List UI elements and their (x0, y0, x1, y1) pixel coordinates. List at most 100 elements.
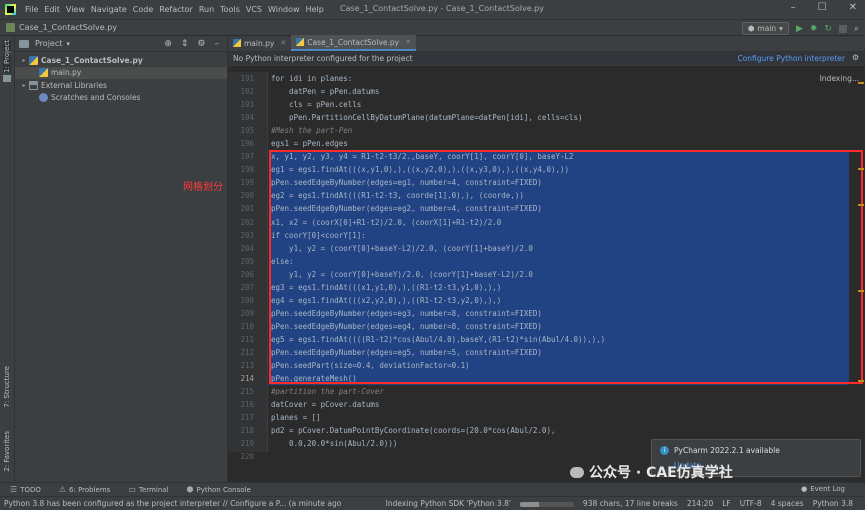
tree-item[interactable]: main.py (15, 66, 227, 79)
run-icon[interactable]: ▶ (796, 24, 803, 34)
code-line[interactable]: egs1 = pPen.edges (269, 137, 849, 150)
editor-tab[interactable]: Case_1_ContactSolve.py ✕ (291, 35, 416, 51)
menu-view[interactable]: View (63, 5, 88, 14)
code-line[interactable]: datCover = pCover.datums (269, 398, 849, 411)
code-line[interactable]: #Mesh the part-Pen (269, 124, 849, 137)
search-icon[interactable]: ⌕ (854, 24, 859, 34)
run-config-select[interactable]: ⬢ main ▾ (741, 22, 789, 35)
menu-navigate[interactable]: Navigate (88, 5, 130, 14)
chevron-right-icon[interactable]: ▸ (19, 82, 29, 89)
scratch-icon (39, 93, 48, 103)
editor-tab[interactable]: main.py ✕ (228, 35, 291, 51)
indent-setting[interactable]: 4 spaces (771, 499, 804, 508)
event-log-label: Event Log (810, 485, 845, 493)
tool-window-button[interactable]: ⬢ Python Console (187, 485, 251, 494)
code-line[interactable]: pd2 = pCover.DatumPointByCoordinate(coor… (269, 424, 849, 437)
project-panel: Project ▾ ⊕ ⇕ ⚙ – ▸ Case_1_ContactSolve.p… (15, 36, 228, 482)
status-message[interactable]: Python 3.8 has been configured as the pr… (4, 499, 341, 508)
menu-refactor[interactable]: Refactor (156, 5, 196, 14)
project-panel-title[interactable]: Project (35, 39, 62, 48)
menu-bar: File Edit View Navigate Code Refactor Run Tools… (22, 5, 327, 14)
menu-file[interactable]: File (22, 5, 41, 14)
menu-tools[interactable]: Tools (217, 5, 243, 14)
mesh-annotation: 网格划分 (183, 182, 223, 193)
collapse-all-icon[interactable]: ⇕ (181, 39, 189, 49)
code-line[interactable]: pPen.PartitionCellByDatumPlane(datumPlan… (269, 111, 849, 124)
warning-mark[interactable] (858, 168, 864, 170)
watermark-text: 公众号 · CAE仿真学社 (589, 465, 733, 481)
line-number: 204 (240, 243, 254, 253)
chevron-right-icon[interactable]: ▸ (19, 57, 29, 64)
caret-position[interactable]: 214:20 (687, 499, 713, 508)
warning-mark[interactable] (858, 82, 864, 84)
tool-window-buttons: ☰ TODO ⚠ 6: Problems ▭ Terminal ⬢ Python Consol… (0, 485, 259, 494)
code-line[interactable]: cls = pPen.cells (269, 98, 849, 111)
tool-window-button[interactable]: ⚠ 6: Problems (59, 485, 110, 494)
close-icon[interactable]: ✕ (405, 38, 411, 46)
tree-item-label: External Libraries (41, 80, 107, 90)
left-tool-stripe: 1: Project 7: Structure 2: Favorites (0, 36, 15, 482)
tool-window-icon: ☰ (10, 485, 18, 494)
tool-window-label: TODO (20, 485, 41, 494)
python-file-icon (233, 39, 241, 47)
line-number: 219 (240, 439, 254, 449)
window-controls: – ☐ ✕ (791, 2, 857, 13)
close-icon[interactable]: ✕ (280, 39, 286, 47)
menu-vcs[interactable]: VCS (243, 5, 265, 14)
tab-label: Case_1_ContactSolve.py (307, 37, 400, 47)
locate-icon[interactable]: ⊕ (164, 39, 172, 49)
tool-window-button[interactable]: ☰ TODO (10, 485, 41, 494)
hide-icon[interactable]: – (215, 39, 220, 49)
line-number: 218 (240, 426, 254, 436)
code-line[interactable]: #partition the part-Cover (269, 385, 849, 398)
project-panel-tools: ⊕ ⇕ ⚙ – (164, 39, 219, 49)
favorites-tool-button[interactable]: 2: Favorites (3, 431, 11, 472)
tab-label: main.py (244, 38, 275, 48)
line-number: 199 (240, 178, 254, 188)
tree-item[interactable]: ▸ External Libraries (15, 79, 227, 92)
warning-mark[interactable] (858, 290, 864, 292)
structure-tool-button[interactable]: 7: Structure (3, 366, 11, 408)
code-line[interactable]: for idi in planes: (269, 72, 849, 85)
project-tree: ▸ Case_1_ContactSolve.py main.py ▸ External … (15, 52, 227, 104)
tree-item[interactable]: ▸ Case_1_ContactSolve.py (15, 54, 227, 67)
minimize-icon[interactable]: – (791, 2, 796, 13)
warning-mark[interactable] (858, 204, 864, 206)
code-line[interactable]: datPen = pPen.datums (269, 85, 849, 98)
notice-text: No Python interpreter configured for the… (233, 54, 413, 63)
close-icon[interactable]: ✕ (849, 2, 857, 13)
interpreter-widget[interactable]: Python 3.8 (813, 499, 853, 508)
line-separator[interactable]: LF (722, 499, 731, 508)
coverage-icon[interactable]: ↻ (824, 24, 832, 34)
tree-item[interactable]: Scratches and Consoles (15, 92, 227, 105)
gear-icon[interactable]: ⚙ (197, 39, 205, 49)
tool-window-button[interactable]: ▭ Terminal (128, 485, 168, 494)
menu-code[interactable]: Code (130, 5, 156, 14)
line-number: 216 (240, 400, 254, 410)
file-encoding[interactable]: UTF-8 (740, 499, 762, 508)
project-tool-button[interactable]: 1: Project (3, 40, 11, 73)
menu-window[interactable]: Window (265, 5, 303, 14)
code-line[interactable]: planes = [] (269, 411, 849, 424)
chevron-down-icon[interactable]: ▾ (66, 40, 70, 48)
menu-edit[interactable]: Edit (41, 5, 63, 14)
info-icon: i (660, 446, 669, 455)
pycharm-logo-icon (5, 4, 16, 15)
debug-icon[interactable]: ✹ (810, 24, 818, 34)
breadcrumb[interactable]: Case_1_ContactSolve.py (19, 23, 117, 32)
menu-run[interactable]: Run (196, 5, 217, 14)
menu-help[interactable]: Help (303, 5, 327, 14)
maximize-icon[interactable]: ☐ (818, 2, 827, 13)
gear-icon[interactable]: ⚙ (852, 53, 859, 62)
library-icon (29, 80, 38, 90)
error-stripe[interactable] (857, 80, 865, 450)
warning-mark[interactable] (858, 380, 864, 382)
line-number: 210 (240, 321, 254, 331)
update-title: PyCharm 2022.2.1 available (674, 446, 780, 455)
configure-interpreter-link[interactable]: Configure Python interpreter (737, 54, 845, 63)
status-task[interactable]: Indexing Python SDK 'Python 3.8' (386, 499, 511, 508)
event-log-button[interactable]: ● Event Log (801, 485, 845, 493)
indexing-progress[interactable] (519, 502, 574, 507)
stop-icon[interactable] (838, 24, 847, 33)
status-widgets: Indexing Python SDK 'Python 3.8' 938 cha… (386, 499, 853, 508)
